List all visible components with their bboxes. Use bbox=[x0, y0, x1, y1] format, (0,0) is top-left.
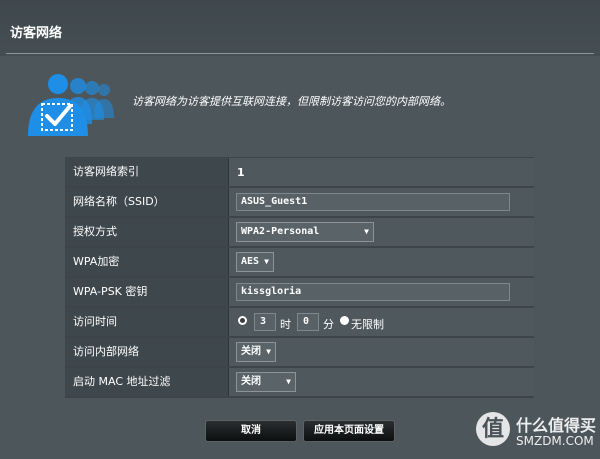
mac-filter-select[interactable]: 关闭 ▼ bbox=[236, 372, 296, 392]
psk-input[interactable]: kissgloria bbox=[236, 283, 510, 301]
ssid-input[interactable]: ASUS_Guest1 bbox=[236, 193, 510, 211]
hours-unit: 时 bbox=[280, 318, 291, 331]
row-ssid: 网络名称（SSID） ASUS_Guest1 bbox=[65, 188, 534, 218]
mac-filter-value: 关闭 bbox=[241, 376, 261, 387]
watermark: 值 什么值得买 SMZDM.COM bbox=[476, 406, 596, 456]
wpa-encryption-select[interactable]: AES ▼ bbox=[236, 252, 274, 272]
wpa-encryption-label: WPA加密 bbox=[65, 248, 229, 276]
psk-label: WPA-PSK 密钥 bbox=[65, 278, 229, 306]
intranet-label: 访问内部网络 bbox=[65, 338, 229, 366]
auth-method-select[interactable]: WPA2-Personal ▼ bbox=[236, 222, 374, 242]
unlimited-radio[interactable] bbox=[340, 316, 349, 325]
chevron-down-icon: ▼ bbox=[264, 257, 269, 266]
ssid-value-cell: ASUS_Guest1 bbox=[229, 188, 534, 216]
psk-value-cell: kissgloria bbox=[229, 278, 534, 306]
settings-table: 访客网络索引 1 网络名称（SSID） ASUS_Guest1 授权方式 WPA… bbox=[65, 157, 534, 398]
wpa-encryption-value-cell: AES ▼ bbox=[229, 248, 534, 276]
mac-filter-label: 启动 MAC 地址过滤 bbox=[65, 368, 229, 396]
chevron-down-icon: ▼ bbox=[364, 227, 369, 236]
unlimited-label: 无限制 bbox=[351, 318, 384, 331]
mac-filter-value-cell: 关闭 ▼ bbox=[229, 368, 534, 396]
access-time-label: 访问时间 bbox=[65, 308, 229, 336]
index-label: 访客网络索引 bbox=[65, 158, 229, 186]
guest-users-icon bbox=[28, 74, 114, 136]
guest-network-panel: 访客网络 访客网络为访客提供互联网连接，但限制访客访问您的内部网络。 访客网络索… bbox=[0, 0, 600, 459]
minutes-input[interactable]: 0 bbox=[297, 313, 319, 331]
hours-input[interactable]: 3 bbox=[254, 313, 276, 331]
ssid-label: 网络名称（SSID） bbox=[65, 188, 229, 216]
row-intranet: 访问内部网络 关闭 ▼ bbox=[65, 338, 534, 368]
page-title: 访客网络 bbox=[10, 26, 63, 41]
watermark-title: 什么值得买 bbox=[516, 416, 597, 435]
watermark-logo: 值 bbox=[476, 412, 510, 446]
index-value-cell: 1 bbox=[229, 158, 534, 186]
auth-method-value: WPA2-Personal bbox=[241, 226, 320, 237]
minutes-unit: 分 bbox=[323, 318, 334, 331]
row-wpa-encryption: WPA加密 AES ▼ bbox=[65, 248, 534, 278]
index-value: 1 bbox=[237, 166, 245, 179]
page-description: 访客网络为访客提供互联网连接，但限制访客访问您的内部网络。 bbox=[132, 95, 451, 108]
auth-value-cell: WPA2-Personal ▼ bbox=[229, 218, 534, 246]
row-access-time: 访问时间 3 时 0 分 无限制 bbox=[65, 308, 534, 338]
intranet-access-value: 关闭 bbox=[241, 346, 261, 357]
title-divider bbox=[6, 53, 594, 54]
chevron-down-icon: ▼ bbox=[286, 377, 291, 386]
wpa-encryption-value: AES bbox=[241, 256, 260, 267]
watermark-url: SMZDM.COM bbox=[516, 434, 594, 448]
cancel-button[interactable]: 取消 bbox=[205, 420, 297, 442]
title-bar: 访客网络 bbox=[0, 0, 600, 56]
intranet-access-select[interactable]: 关闭 ▼ bbox=[236, 342, 276, 362]
chevron-down-icon: ▼ bbox=[266, 347, 271, 356]
intranet-value-cell: 关闭 ▼ bbox=[229, 338, 534, 366]
access-time-value-cell: 3 时 0 分 无限制 bbox=[229, 308, 534, 336]
row-auth: 授权方式 WPA2-Personal ▼ bbox=[65, 218, 534, 248]
auth-label: 授权方式 bbox=[65, 218, 229, 246]
apply-button[interactable]: 应用本页面设置 bbox=[303, 420, 395, 442]
row-index: 访客网络索引 1 bbox=[65, 157, 534, 188]
row-psk: WPA-PSK 密钥 kissgloria bbox=[65, 278, 534, 308]
timed-access-radio[interactable] bbox=[238, 316, 247, 325]
row-mac-filter: 启动 MAC 地址过滤 关闭 ▼ bbox=[65, 368, 534, 398]
